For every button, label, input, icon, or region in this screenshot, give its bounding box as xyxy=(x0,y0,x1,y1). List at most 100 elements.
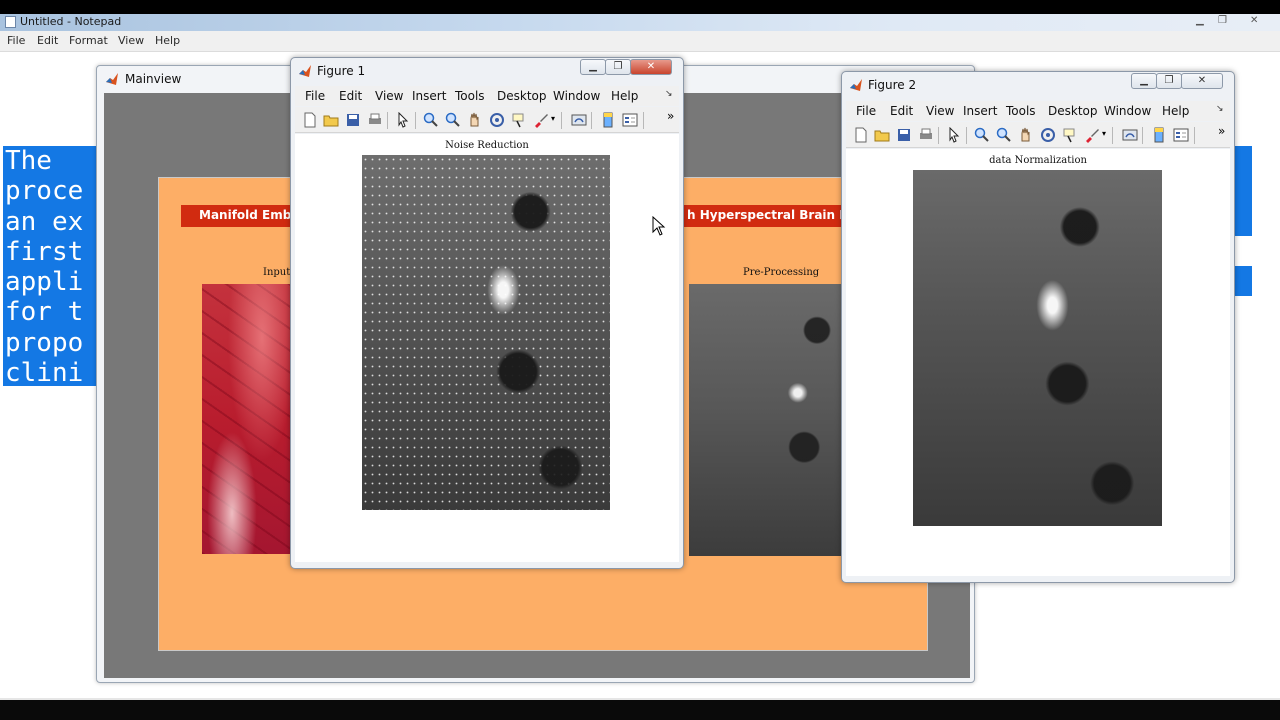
menu-insert[interactable]: Insert xyxy=(963,104,997,118)
figure1-window-controls: ▁ ❐ ✕ xyxy=(580,59,672,75)
save-icon[interactable] xyxy=(896,127,912,143)
toolbar-separator xyxy=(591,112,592,129)
toolbar-separator xyxy=(1112,127,1113,144)
menu-file[interactable]: File xyxy=(856,104,876,118)
menu-desktop[interactable]: Desktop xyxy=(1048,104,1098,118)
title-banner-left: Manifold Embed xyxy=(181,205,301,227)
text-line: proce xyxy=(5,176,84,207)
link-plot-icon[interactable] xyxy=(571,112,587,128)
text-line: first xyxy=(5,236,84,267)
overflow-chevron-icon[interactable]: » xyxy=(1218,124,1225,138)
figure1-plot-title: Noise Reduction xyxy=(445,140,529,151)
toolbar-separator xyxy=(561,112,562,129)
notepad-close-button[interactable]: ✕ xyxy=(1250,15,1258,26)
minimize-button[interactable]: ▁ xyxy=(580,59,606,75)
notepad-menu-edit[interactable]: Edit xyxy=(37,34,58,47)
notepad-menu-file[interactable]: File xyxy=(7,34,25,47)
figure2-plot-title: data Normalization xyxy=(989,155,1087,166)
edit-plot-arrow-icon[interactable] xyxy=(395,112,411,128)
zoom-out-icon[interactable] xyxy=(445,112,461,128)
figure2-canvas: data Normalization xyxy=(846,149,1230,576)
rotate-3d-icon[interactable] xyxy=(489,112,505,128)
edit-plot-arrow-icon[interactable] xyxy=(946,127,962,143)
print-icon[interactable] xyxy=(367,112,383,128)
print-icon[interactable] xyxy=(918,127,934,143)
menu-help[interactable]: Help xyxy=(611,89,638,103)
toolbar-separator xyxy=(387,112,388,129)
menu-view[interactable]: View xyxy=(926,104,954,118)
mouse-cursor-icon xyxy=(652,216,666,236)
menu-window[interactable]: Window xyxy=(553,89,600,103)
open-file-icon[interactable] xyxy=(874,127,890,143)
minimize-button[interactable]: ▁ xyxy=(1131,73,1157,89)
pan-hand-icon[interactable] xyxy=(467,112,483,128)
normalized-image xyxy=(913,170,1162,526)
menu-window[interactable]: Window xyxy=(1104,104,1151,118)
figure1-window[interactable]: Figure 1 ▁ ❐ ✕ File Edit View Insert Too… xyxy=(290,57,684,569)
legend-icon[interactable] xyxy=(622,112,638,128)
figure2-window[interactable]: Figure 2 ▁ ❐ ✕ File Edit View Insert Too… xyxy=(841,71,1235,583)
toolbar-separator xyxy=(938,127,939,144)
rotate-3d-icon[interactable] xyxy=(1040,127,1056,143)
figure1-title: Figure 1 xyxy=(317,64,366,78)
taskbar xyxy=(0,698,1280,720)
text-line: an ex xyxy=(5,206,84,237)
menu-edit[interactable]: Edit xyxy=(890,104,913,118)
dock-arrow-icon[interactable]: ↘ xyxy=(1216,104,1224,114)
overflow-chevron-icon[interactable]: » xyxy=(667,109,674,123)
zoom-in-icon[interactable] xyxy=(423,112,439,128)
matlab-logo-icon xyxy=(849,78,863,95)
menu-insert[interactable]: Insert xyxy=(412,89,446,103)
notepad-titlebar: Untitled - Notepad ▁ ❐ ✕ xyxy=(0,14,1280,31)
menu-desktop[interactable]: Desktop xyxy=(497,89,547,103)
notepad-menu-view[interactable]: View xyxy=(118,34,144,47)
legend-icon[interactable] xyxy=(1173,127,1189,143)
zoom-in-icon[interactable] xyxy=(974,127,990,143)
figure1-menubar: File Edit View Insert Tools Desktop Wind… xyxy=(295,86,679,106)
menu-view[interactable]: View xyxy=(375,89,403,103)
maximize-button[interactable]: ❐ xyxy=(1156,73,1182,89)
brush-icon[interactable] xyxy=(1084,127,1100,143)
text-line: clini xyxy=(5,358,84,386)
title-banner-right: h Hyperspectral Brain Ima xyxy=(684,205,852,227)
notepad-selected-text[interactable]: The proce an ex first appli for t propo clini xyxy=(3,146,98,386)
text-line: The xyxy=(5,146,68,176)
notepad-menu-format[interactable]: Format xyxy=(69,34,108,47)
notepad-icon xyxy=(5,16,16,28)
new-figure-icon[interactable] xyxy=(853,127,869,143)
figure2-menubar: File Edit View Insert Tools Desktop Wind… xyxy=(846,101,1230,121)
data-cursor-icon[interactable] xyxy=(1062,127,1078,143)
toolbar-separator xyxy=(966,127,967,144)
menu-help[interactable]: Help xyxy=(1162,104,1189,118)
menu-file[interactable]: File xyxy=(305,89,325,103)
notepad-maximize-button[interactable]: ❐ xyxy=(1218,15,1227,26)
figure1-canvas: Noise Reduction xyxy=(295,134,679,562)
notepad-menu-help[interactable]: Help xyxy=(155,34,180,47)
close-button[interactable]: ✕ xyxy=(1181,73,1223,89)
close-button[interactable]: ✕ xyxy=(630,59,672,75)
zoom-out-icon[interactable] xyxy=(996,127,1012,143)
colorbar-icon[interactable] xyxy=(600,112,616,128)
maximize-button[interactable]: ❐ xyxy=(605,59,631,75)
notepad-minimize-button[interactable]: ▁ xyxy=(1196,15,1204,26)
menu-tools[interactable]: Tools xyxy=(455,89,485,103)
data-cursor-icon[interactable] xyxy=(511,112,527,128)
pan-hand-icon[interactable] xyxy=(1018,127,1034,143)
toolbar-separator xyxy=(415,112,416,129)
preprocessing-caption: Pre-Processing xyxy=(743,267,820,278)
input-caption: Input xyxy=(263,267,291,278)
brush-dropdown-icon[interactable]: ▾ xyxy=(1102,129,1106,138)
save-icon[interactable] xyxy=(345,112,361,128)
colorbar-icon[interactable] xyxy=(1151,127,1167,143)
open-file-icon[interactable] xyxy=(323,112,339,128)
matlab-logo-icon xyxy=(105,72,119,89)
brush-dropdown-icon[interactable]: ▾ xyxy=(551,114,555,123)
dock-arrow-icon[interactable]: ↘ xyxy=(665,89,673,99)
noise-reduction-image xyxy=(362,155,610,510)
menu-tools[interactable]: Tools xyxy=(1006,104,1036,118)
link-plot-icon[interactable] xyxy=(1122,127,1138,143)
brush-icon[interactable] xyxy=(533,112,549,128)
menu-edit[interactable]: Edit xyxy=(339,89,362,103)
text-line: propo xyxy=(5,327,84,358)
new-figure-icon[interactable] xyxy=(302,112,318,128)
